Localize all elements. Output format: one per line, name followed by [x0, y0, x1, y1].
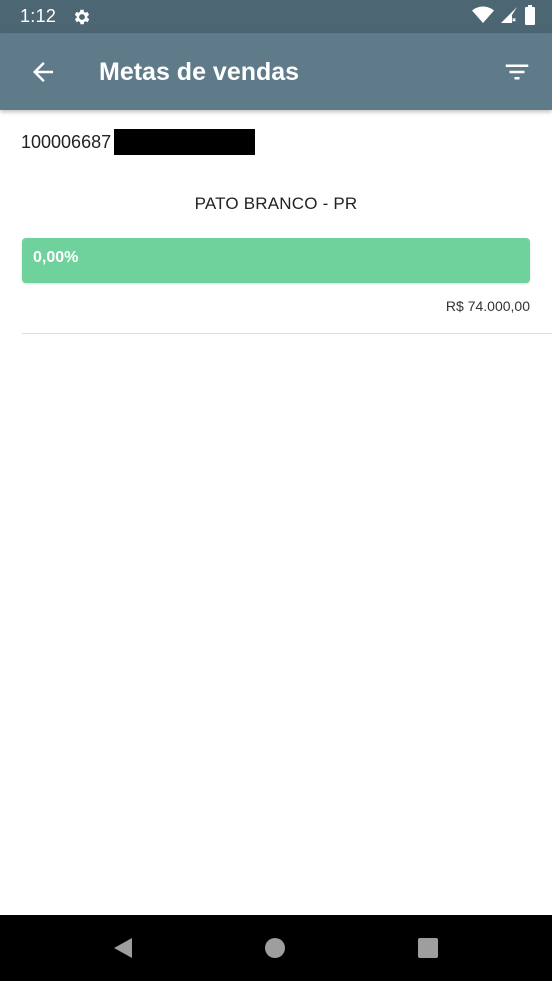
nav-recents-button[interactable]: [417, 937, 439, 959]
redacted-name: [114, 129, 256, 155]
filter-icon: [502, 64, 532, 91]
status-bar: 1:12: [0, 0, 552, 33]
app-bar: Metas de vendas: [0, 33, 552, 110]
progress-label: 0,00%: [33, 249, 79, 266]
city-label: PATO BRANCO - PR: [194, 194, 358, 213]
signal-icon: [500, 6, 518, 29]
battery-icon: [524, 4, 536, 30]
system-nav-bar: [0, 915, 552, 981]
back-triangle-icon: [112, 938, 134, 963]
gear-icon: [72, 7, 92, 27]
nav-home-button[interactable]: [264, 937, 286, 959]
status-icons: [472, 4, 536, 30]
wifi-icon: [472, 6, 494, 29]
target-value: R$ 74.000,00: [445, 298, 530, 314]
nav-back-button[interactable]: [112, 937, 134, 959]
home-circle-icon: [264, 938, 286, 963]
recents-square-icon: [417, 938, 439, 963]
seller-code: 100006687: [21, 132, 112, 152]
divider: [22, 333, 552, 334]
back-button[interactable]: [28, 57, 58, 87]
arrow-left-icon: [28, 62, 58, 91]
status-time: 1:12: [20, 6, 57, 26]
page-title: Metas de vendas: [99, 58, 300, 86]
filter-button[interactable]: [502, 57, 532, 87]
goal-header: 100006687: [21, 129, 256, 155]
progress-bar: 0,00%: [22, 238, 530, 283]
